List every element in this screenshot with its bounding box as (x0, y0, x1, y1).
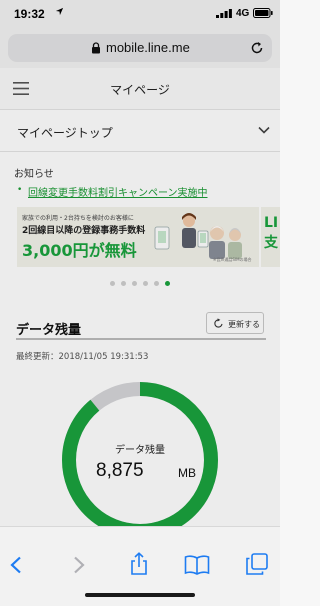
address-bar-area: mobile.line.me (0, 28, 280, 68)
location-arrow-icon (55, 7, 64, 16)
carousel-dot[interactable] (143, 281, 148, 286)
page-title: マイページ (110, 83, 170, 97)
carousel-dot[interactable] (121, 281, 126, 286)
remaining-data-unit: MB (178, 466, 196, 480)
next-banner-peek[interactable]: LI支 (261, 207, 280, 267)
battery-icon (253, 8, 273, 18)
carousel-dot[interactable] (165, 281, 170, 286)
tabs-icon[interactable] (246, 553, 268, 575)
status-time: 19:32 (14, 7, 45, 21)
banner-price: 3,000円が無料 (22, 241, 137, 260)
refresh-button[interactable]: 更新する (206, 312, 264, 334)
status-bar: 19:32 4G (0, 0, 280, 28)
carousel-indicator[interactable] (110, 281, 170, 287)
section-divider (16, 338, 266, 340)
next-banner-text: LI支 (264, 215, 279, 251)
forward-icon[interactable] (72, 556, 86, 574)
address-bar[interactable]: mobile.line.me (8, 34, 272, 62)
chevron-down-icon (258, 126, 270, 134)
app-header: マイページ (0, 68, 280, 110)
banner-footnote: ※音声通話SIMの場合 (213, 257, 252, 262)
carousel-dot[interactable] (132, 281, 137, 286)
banner-headline: 2回線目以降の登録事務手数料 (22, 226, 146, 236)
reload-icon[interactable] (250, 41, 264, 55)
gauge-label: データ残量 (115, 445, 165, 456)
promo-banner[interactable]: 家族での利用・2台持ちを検討のお客様に 2回線目以降の登録事務手数料 3,000… (17, 207, 259, 267)
refresh-icon (214, 318, 223, 328)
refresh-label: 更新する (228, 320, 260, 329)
share-icon[interactable] (129, 552, 149, 576)
mypage-top-dropdown[interactable]: マイページトップ (0, 110, 280, 152)
data-remaining-heading: データ残量 (16, 323, 82, 338)
bookmarks-icon[interactable] (184, 555, 210, 575)
dropdown-label: マイページトップ (17, 126, 113, 140)
gauge-remaining-arc (62, 382, 218, 526)
family-illustration (154, 213, 242, 259)
notices-heading: お知らせ (14, 169, 54, 180)
back-icon[interactable] (9, 556, 23, 574)
carousel-dot[interactable] (110, 281, 115, 286)
banner-caption: 家族での利用・2台持ちを検討のお客様に (22, 215, 134, 222)
url-text: mobile.line.me (106, 40, 190, 55)
home-indicator (85, 593, 195, 597)
last-updated: 最終更新：2018/11/05 19:31:53 (16, 352, 149, 362)
network-type: 4G (236, 8, 250, 19)
notice-link[interactable]: 回線変更手数料割引キャンペーン実施中 (28, 184, 208, 199)
notice-bullet: • (17, 185, 23, 195)
signal-bars-icon (216, 9, 232, 18)
remaining-data-value: 8,875 (96, 460, 144, 481)
web-page: マイページ マイページトップ お知らせ • 回線変更手数料割引キャンペーン実施中… (0, 68, 280, 526)
carousel-dot[interactable] (154, 281, 159, 286)
lock-icon (92, 42, 100, 54)
